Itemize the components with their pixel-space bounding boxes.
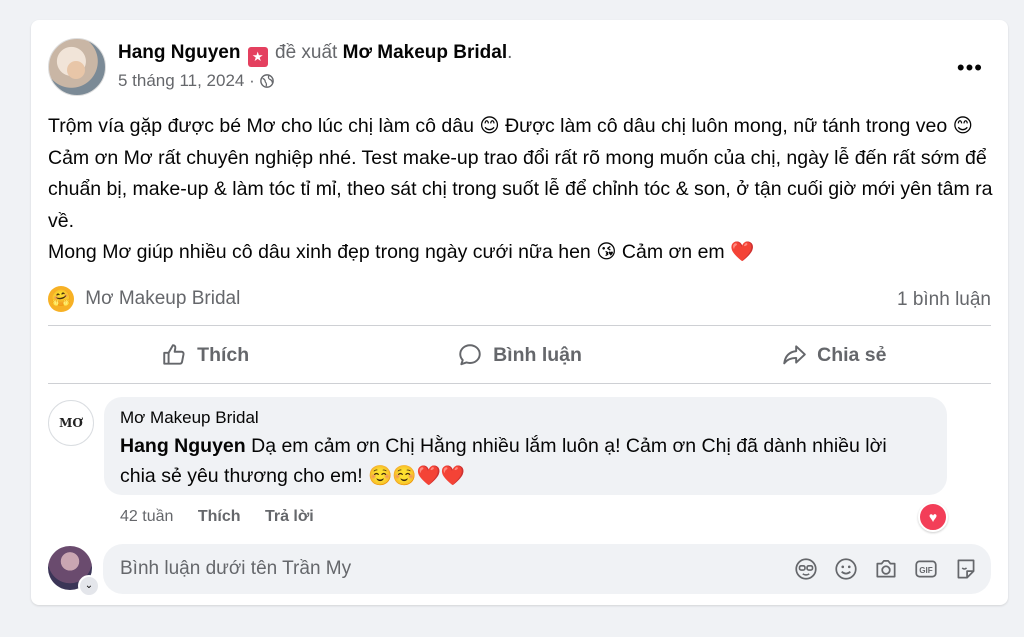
comment-label: Bình luận [493,343,582,366]
chevron-down-icon[interactable]: ⌄ [78,575,100,597]
mention-tag[interactable]: Hang Nguyen [120,435,246,457]
divider [48,325,991,326]
gif-icon[interactable]: GIF [913,556,939,582]
comment-bubble: Mơ Makeup Bridal Hang Nguyen Dạ em cảm ơ… [104,397,947,495]
comment-count[interactable]: 1 bình luận [897,289,991,311]
hug-emoji-icon[interactable]: 🤗 [48,286,74,312]
composer-icons: GIF [779,556,979,582]
share-label: Chia sẻ [817,343,887,366]
camera-icon[interactable] [873,556,899,582]
author-avatar[interactable] [48,38,106,96]
comment-text: Hang Nguyen Dạ em cảm ơn Chị Hằng nhiều … [120,431,920,491]
sticker-icon[interactable] [953,556,979,582]
share-button[interactable]: Chia sẻ [677,333,991,377]
svg-text:GIF: GIF [919,566,933,575]
reaction-summary: 🤗 Mơ Makeup Bridal 1 bình luận [48,286,991,316]
comment-button[interactable]: Bình luận [362,333,676,377]
post-body: Trộm vía gặp được bé Mơ cho lúc chị làm … [48,111,993,269]
post-paragraph: Trộm vía gặp được bé Mơ cho lúc chị làm … [48,115,973,137]
like-button[interactable]: Thích [48,333,362,377]
page-name[interactable]: Mơ Makeup Bridal [343,42,507,63]
commenter-avatar[interactable]: MƠ [48,400,94,446]
comment-meta: 42 tuần Thích Trả lời [120,508,334,526]
post-paragraph: Mong Mơ giúp nhiều cô dâu xinh đẹp trong… [48,241,755,263]
emoji-icon[interactable] [833,556,859,582]
heart-icon[interactable]: ♥ [918,502,948,532]
post-paragraph: Cảm ơn Mơ rất chuyên nghiệp nhé. Test ma… [48,146,993,232]
post-header: Hang Nguyen ★ đề xuất Mơ Makeup Bridal. [118,42,512,67]
post-card: Hang Nguyen ★ đề xuất Mơ Makeup Bridal. … [31,20,1008,605]
thumbs-up-icon [163,344,185,365]
header-period: . [507,42,513,63]
globe-icon [259,74,274,88]
comment-like-button[interactable]: Thích [198,508,241,525]
reactor-name[interactable]: Mơ Makeup Bridal [85,288,240,309]
date-separator: · [249,71,255,90]
comment-input[interactable]: Bình luận dưới tên Trần My GIF [103,544,991,594]
post-date[interactable]: 5 tháng 11, 2024 [118,71,244,90]
recommend-verb: đề xuất [275,42,338,63]
post-actions: Thích Bình luận Chia sẻ [48,333,991,377]
comment-input-placeholder: Bình luận dưới tên Trần My [120,558,352,579]
commenter-name[interactable]: Mơ Makeup Bridal [120,408,259,428]
recommend-star-icon: ★ [247,47,268,67]
share-arrow-icon [783,345,806,365]
avatar-sticker-icon[interactable] [793,556,819,582]
comment-reply-button[interactable]: Trả lời [265,508,314,525]
divider [48,383,991,384]
post-date-line: 5 tháng 11, 2024 · [118,71,274,91]
comment-bubble-icon [459,344,481,366]
more-options-button[interactable]: ••• [957,55,983,81]
comment-time[interactable]: 42 tuần [120,508,173,525]
like-label: Thích [197,343,250,366]
author-name[interactable]: Hang Nguyen [118,42,240,63]
